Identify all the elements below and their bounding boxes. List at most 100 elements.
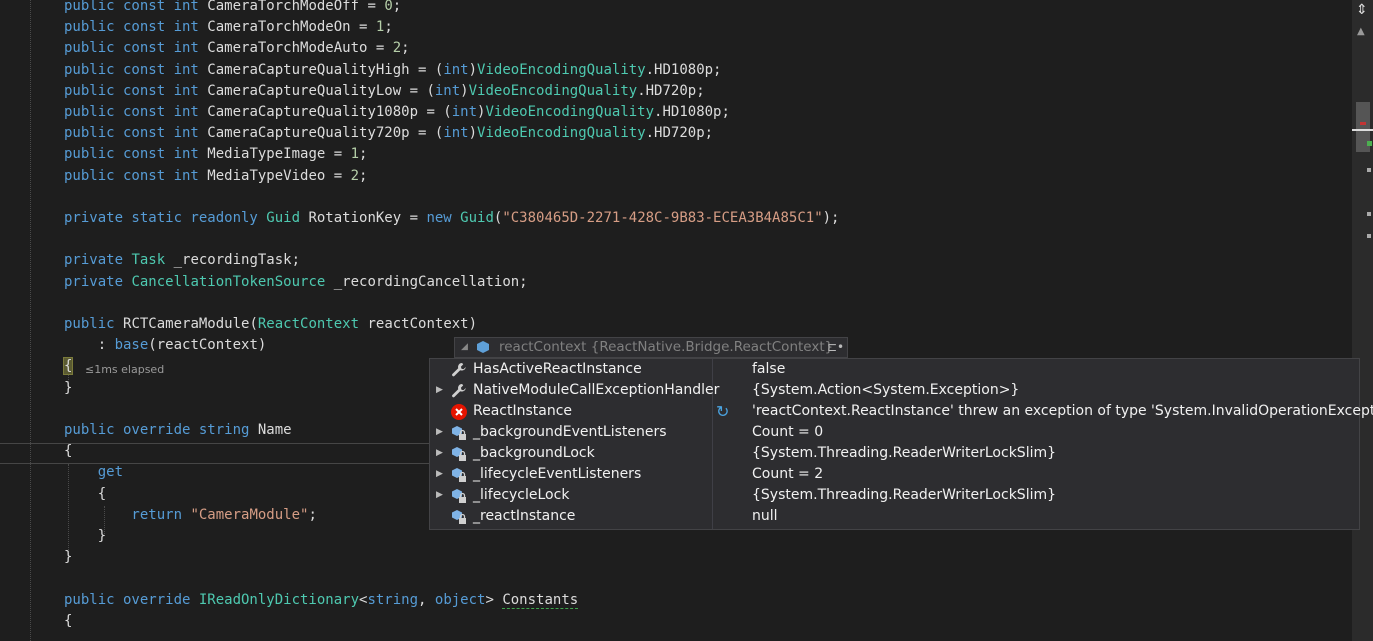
code-token: {	[64, 443, 73, 460]
code-token: .HD1080p;	[645, 61, 722, 78]
datatip-member-value[interactable]: {System.Threading.ReaderWriterLockSlim}	[752, 443, 1056, 464]
datatip-member-name: HasActiveReactInstance	[473, 361, 642, 377]
code-line[interactable]: : base(reactContext)	[64, 335, 267, 356]
code-token: VideoEncodingQuality	[477, 125, 646, 142]
code-line[interactable]: public const int CameraTorchModeOn = 1;	[64, 17, 393, 38]
code-line[interactable]: public override IReadOnlyDictionary<stri…	[64, 590, 579, 611]
code-token: CancellationTokenSource	[131, 273, 326, 290]
code-token: public const int	[64, 40, 208, 57]
datatip-member-value[interactable]: 'reactContext.ReactInstance' threw an ex…	[752, 401, 1373, 422]
code-line[interactable]: {	[64, 611, 72, 632]
code-token: VideoEncodingQuality	[468, 82, 638, 99]
code-line[interactable]: public const int CameraCaptureQualityHig…	[64, 60, 721, 81]
code-line[interactable]: private CancellationTokenSource _recordi…	[64, 272, 528, 293]
code-token: CameraTorchModeOff =	[207, 0, 385, 14]
code-line[interactable]: public override string Name	[64, 420, 292, 441]
expand-arrow-icon[interactable]: ▶	[436, 443, 443, 464]
datatip-member-value[interactable]: {System.Action<System.Exception>}	[752, 380, 1019, 401]
code-token: "CameraModule"	[190, 506, 309, 523]
code-line[interactable]: public const int CameraCaptureQualityLow…	[64, 81, 705, 102]
code-token: public const int	[64, 82, 208, 99]
expand-arrow-icon[interactable]: ▶	[436, 380, 443, 401]
datatip-row[interactable]: ReactInstance ↻ 'reactContext.ReactInstanc…	[430, 401, 1373, 422]
code-line[interactable]: private static readonly Guid RotationKey…	[64, 208, 839, 229]
refresh-icon[interactable]: ↻	[716, 401, 729, 422]
datatip-member-name: _lifecycleEventListeners	[473, 466, 642, 482]
private-field-icon	[451, 467, 467, 483]
code-line[interactable]: public const int MediaTypeImage = 1;	[64, 144, 367, 165]
datatip-row[interactable]: ▶ _backgroundEventListeners Count = 0	[430, 422, 1359, 443]
vertical-scrollbar[interactable]: ⇕ ▲	[1352, 0, 1373, 641]
code-token: _recordingTask;	[165, 252, 301, 269]
datatip-member-value[interactable]: {System.Threading.ReaderWriterLockSlim}	[752, 485, 1056, 506]
overview-marker	[1367, 168, 1371, 172]
error-icon	[451, 404, 467, 420]
code-line[interactable]: }	[64, 526, 106, 547]
code-line[interactable]: {	[62, 356, 74, 377]
code-line[interactable]: public const int CameraCaptureQuality108…	[64, 102, 730, 123]
code-token: CameraCaptureQualityHigh = (	[207, 61, 444, 78]
code-token: ReactContext	[257, 316, 360, 332]
scroll-up-arrow-icon[interactable]: ▲	[1357, 26, 1365, 37]
datatip-member-name: _reactInstance	[473, 508, 576, 524]
code-token: int	[451, 104, 478, 120]
code-line[interactable]: }	[64, 547, 72, 568]
code-line[interactable]: }	[64, 378, 72, 399]
code-token: ;	[392, 0, 402, 14]
datatip-row[interactable]: ▶ _lifecycleLock {System.Threading.ReaderW…	[430, 485, 1359, 506]
code-token: VideoEncodingQuality	[485, 104, 655, 120]
overview-marker	[1367, 234, 1371, 238]
datatip-row[interactable]: ▶ NativeModuleCallExceptionHandler {System…	[430, 380, 1359, 401]
datatip-member-value[interactable]: Count = 2	[752, 464, 823, 485]
datatip-member-name: _lifecycleLock	[473, 487, 570, 503]
expand-arrow-icon[interactable]: ▶	[436, 464, 443, 485]
code-line[interactable]: return "CameraModule";	[64, 505, 317, 526]
code-token: CameraTorchModeOn =	[207, 19, 376, 36]
code-token: string	[367, 591, 419, 608]
pin-icon[interactable]: ⊏•	[827, 338, 844, 357]
expand-arrow-icon[interactable]: ▶	[436, 485, 443, 506]
code-line[interactable]: public const int CameraCaptureQuality720…	[64, 123, 713, 144]
code-token: public const int	[64, 167, 208, 184]
code-token: IReadOnlyDictionary	[198, 591, 360, 608]
code-token: {	[64, 612, 73, 629]
datatip-header[interactable]: ◢ reactContext {ReactNative.Bridge.React…	[454, 337, 848, 358]
datatip-row[interactable]: ▶ _lifecycleEventListeners Count = 2	[430, 464, 1359, 485]
code-editor[interactable]: public const int CameraTorchModeOff = 0;…	[0, 0, 1352, 641]
split-window-icon[interactable]: ⇕	[1356, 2, 1368, 18]
code-token: public override string	[64, 422, 258, 438]
wrench-icon	[451, 383, 467, 399]
datatip-panel: HasActiveReactInstance false ▶ NativeModule…	[429, 358, 1373, 530]
code-line[interactable]: {	[64, 484, 106, 505]
datatip-member-value[interactable]: false	[752, 359, 785, 380]
datatip-row[interactable]: HasActiveReactInstance false	[430, 359, 1359, 380]
code-line[interactable]: public const int CameraTorchModeOff = 0;	[64, 0, 401, 17]
expand-arrow-icon[interactable]: ▶	[436, 422, 443, 443]
datatip-member-value[interactable]: Count = 0	[752, 422, 823, 443]
code-token: ;	[401, 40, 410, 57]
code-line[interactable]: {	[64, 441, 72, 462]
code-line[interactable]: get	[64, 462, 123, 483]
datatip-row[interactable]: ▶ _backgroundLock {System.Threading.Reader…	[430, 443, 1359, 464]
code-token: get	[64, 464, 124, 481]
datatip-member-name: ReactInstance	[473, 403, 573, 419]
code-token: reactContext)	[359, 316, 478, 332]
code-token: ;	[308, 506, 317, 523]
code-token: public const int	[64, 19, 208, 36]
datatip-member-name: NativeModuleCallExceptionHandler	[473, 382, 720, 398]
datatip-variable-name: reactContext	[499, 339, 587, 355]
code-token: }	[64, 528, 107, 544]
code-line[interactable]: public RCTCameraModule(ReactContext reac…	[64, 314, 477, 335]
datatip-row[interactable]: _reactInstance null	[430, 506, 1359, 527]
collapse-triangle-icon[interactable]: ◢	[461, 338, 468, 357]
code-line[interactable]: private Task _recordingTask;	[64, 250, 300, 271]
code-token: "C380465D-2271-428C-9B83-ECEA3B4A85C1"	[502, 210, 823, 226]
datatip-member-value[interactable]: null	[752, 506, 778, 527]
code-token: public const int	[64, 61, 208, 78]
code-token: Guid	[266, 210, 301, 226]
code-line[interactable]: public const int CameraTorchModeAuto = 2…	[64, 38, 410, 59]
datatip-member-name: _backgroundLock	[473, 445, 595, 461]
caret-position-marker	[1352, 129, 1373, 131]
code-line[interactable]: public const int MediaTypeVideo = 2;	[64, 166, 367, 187]
wrench-icon	[451, 362, 467, 378]
